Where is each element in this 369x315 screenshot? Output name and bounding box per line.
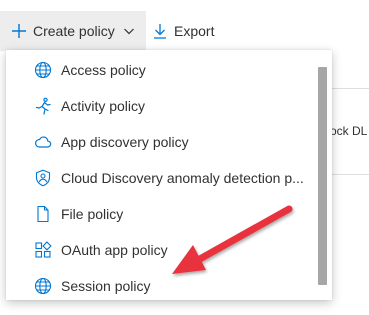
file-icon bbox=[33, 204, 53, 224]
running-person-icon bbox=[33, 96, 53, 116]
chevron-down-icon bbox=[123, 25, 135, 37]
menu-item-app-discovery-policy[interactable]: App discovery policy bbox=[6, 124, 316, 160]
download-icon bbox=[152, 23, 168, 39]
command-bar: Create policy Export bbox=[0, 0, 369, 56]
menu-item-label: File policy bbox=[61, 206, 124, 222]
globe-icon bbox=[33, 60, 53, 80]
table-cell-text: ock DL f bbox=[330, 124, 369, 138]
menu-item-file-policy[interactable]: File policy bbox=[6, 196, 316, 232]
create-policy-menu: Access policy Activity policy App discov… bbox=[6, 50, 332, 300]
menu-item-activity-policy[interactable]: Activity policy bbox=[6, 88, 316, 124]
menu-item-label: Cloud Discovery anomaly detection p... bbox=[61, 170, 304, 186]
globe-icon bbox=[33, 276, 53, 296]
menu-item-label: App discovery policy bbox=[61, 134, 189, 150]
shield-person-icon bbox=[33, 168, 53, 188]
table-divider bbox=[330, 88, 369, 89]
menu-item-label: OAuth app policy bbox=[61, 242, 168, 258]
menu-item-label: Session policy bbox=[61, 278, 151, 294]
menu-item-access-policy[interactable]: Access policy bbox=[6, 52, 316, 88]
table-divider bbox=[330, 174, 369, 175]
menu-item-session-policy[interactable]: Session policy bbox=[6, 268, 316, 300]
menu-item-cloud-discovery-anomaly-policy[interactable]: Cloud Discovery anomaly detection p... bbox=[6, 160, 316, 196]
export-label: Export bbox=[174, 23, 215, 39]
scrollbar-thumb[interactable] bbox=[318, 67, 327, 285]
menu-item-oauth-app-policy[interactable]: OAuth app policy bbox=[6, 232, 316, 268]
export-button[interactable]: Export bbox=[152, 11, 214, 51]
plus-icon bbox=[11, 23, 27, 39]
create-policy-button[interactable]: Create policy bbox=[0, 11, 146, 51]
create-policy-label: Create policy bbox=[33, 23, 115, 39]
menu-item-label: Access policy bbox=[61, 62, 146, 78]
menu-item-label: Activity policy bbox=[61, 98, 146, 114]
cloud-icon bbox=[33, 132, 53, 152]
app-blocks-icon bbox=[33, 240, 53, 260]
